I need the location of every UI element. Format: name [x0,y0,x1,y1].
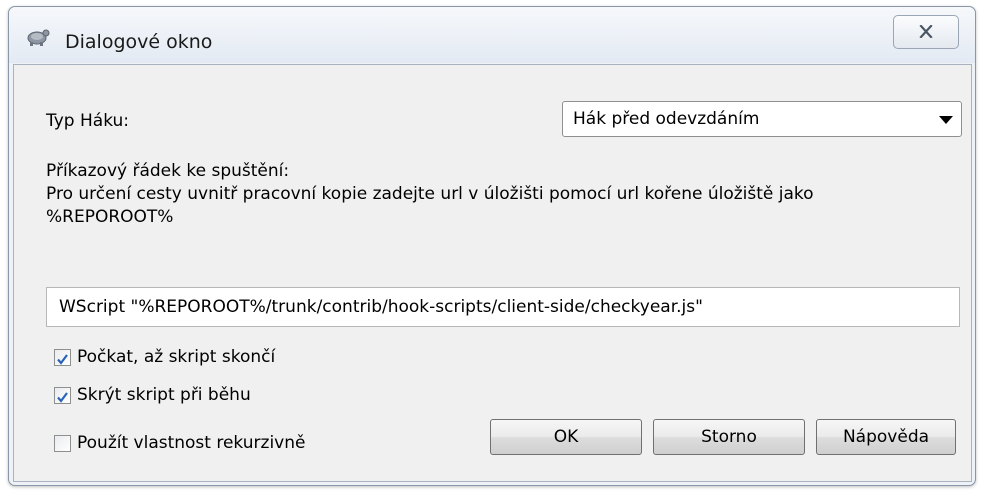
wait-checkbox[interactable] [54,348,71,366]
window-title: Dialogové okno [65,31,213,53]
command-input[interactable]: WScript "%REPOROOT%/trunk/contrib/hook-s… [46,287,960,327]
chevron-down-icon [939,116,953,124]
ok-button[interactable]: OK [490,419,642,455]
dialog-content: Typ Háku: Hák před odevzdáním Příkazový … [13,64,972,482]
hide-checkbox[interactable] [54,386,71,404]
command-value: WScript "%REPOROOT%/trunk/contrib/hook-s… [59,297,703,317]
command-hint-line1: Pro určení cesty uvnitř pracovní kopie z… [46,184,814,204]
recursive-checkbox[interactable] [54,434,71,452]
help-button[interactable]: Nápověda [816,419,956,455]
recursive-checkbox-row[interactable]: Použít vlastnost rekurzivně [54,431,305,455]
command-label: Příkazový řádek ke spuštění: [46,161,290,181]
hook-type-value: Hák před odevzdáním [573,109,760,129]
hide-checkbox-row[interactable]: Skrýt skript při běhu [54,383,251,407]
cancel-button[interactable]: Storno [653,419,805,455]
close-icon [919,23,933,42]
wait-checkbox-row[interactable]: Počkat, až skript skončí [54,345,275,369]
checkmark-icon [56,389,69,408]
checkmark-icon [56,351,69,370]
command-hint-line2: %REPOROOT% [46,207,174,227]
close-button[interactable] [893,15,959,49]
title-bar[interactable]: Dialogové okno [9,7,975,63]
dialog-window: Dialogové okno Typ Háku: Hák před odevzd… [8,6,976,486]
wait-checkbox-label: Počkat, až skript skončí [77,347,276,367]
tortoise-icon [25,23,51,47]
hide-checkbox-label: Skrýt skript při běhu [77,385,251,405]
recursive-checkbox-label: Použít vlastnost rekurzivně [77,433,306,453]
hook-type-select[interactable]: Hák před odevzdáním [562,101,962,137]
hook-type-label: Typ Háku: [46,111,130,131]
